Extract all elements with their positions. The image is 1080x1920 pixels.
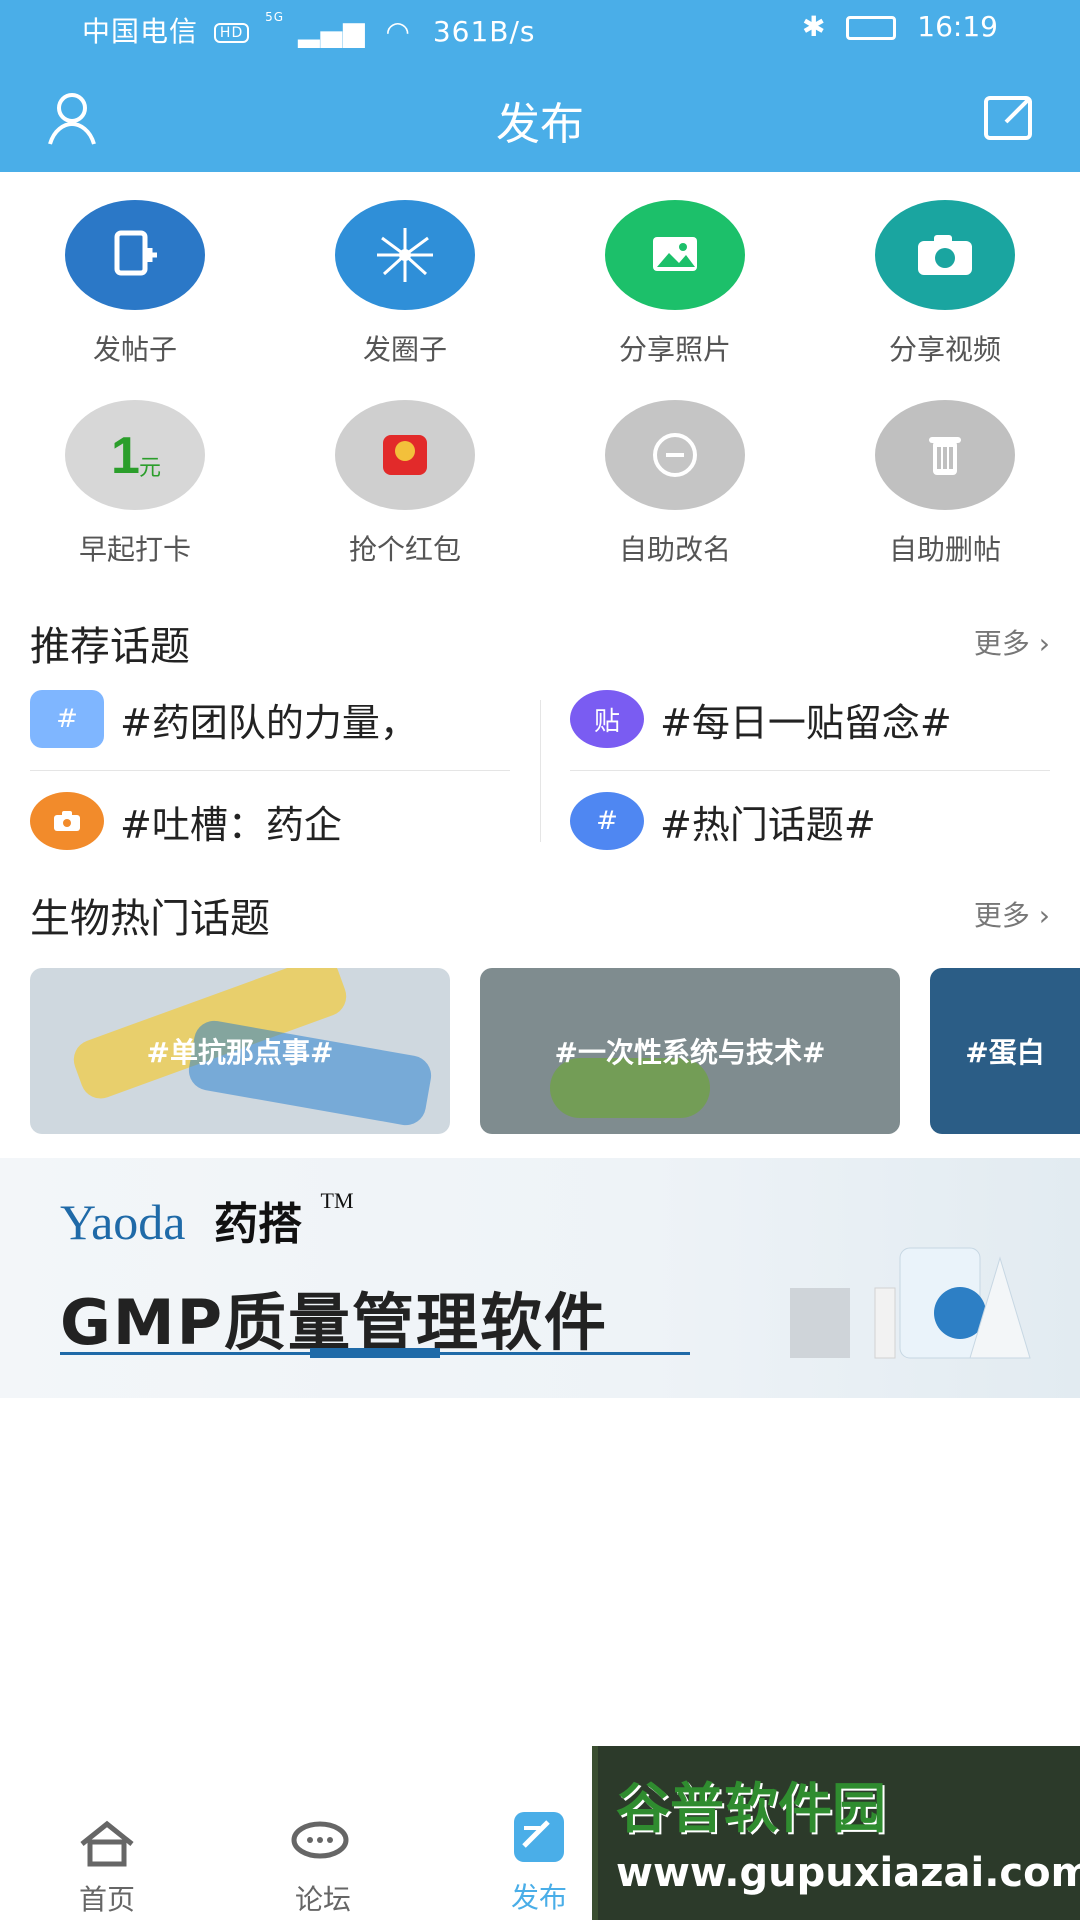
- action-label: 抢个红包: [348, 533, 461, 566]
- bio-topic-card[interactable]: #一次性系统与技术#: [480, 968, 900, 1134]
- topic-text: #药团队的力量，: [120, 700, 418, 745]
- tab-home[interactable]: 首页: [42, 1818, 172, 1918]
- action-label: 自助删帖: [888, 533, 1001, 566]
- bio-topic-card[interactable]: #单抗那点事#: [30, 968, 450, 1134]
- carrier-label: 中国电信: [82, 15, 199, 48]
- topic-item-daily[interactable]: 贴 #每日一贴留念#: [570, 690, 952, 748]
- status-bar: 中国电信 HD 5G ▂▄▆ ◠ 361B/s ✱ 16:19: [0, 0, 1080, 60]
- banner-brand-row: Yaoda 药搭 TM: [60, 1188, 354, 1252]
- topic-item-complain[interactable]: #吐槽：药企: [30, 792, 342, 850]
- brand-tm: TM: [320, 1188, 354, 1213]
- tab-label: 首页: [78, 1883, 135, 1916]
- action-label: 分享视频: [888, 333, 1001, 366]
- topic-divider-vertical: [540, 700, 541, 842]
- svg-text:1: 1: [111, 427, 140, 485]
- more-label: 更多: [973, 899, 1030, 932]
- badge-text: 贴: [593, 706, 620, 737]
- badge-text: #: [596, 806, 618, 836]
- hd-badge: HD: [213, 23, 250, 43]
- chevron-right-icon: ›: [1038, 899, 1050, 932]
- rename-icon: [605, 400, 745, 510]
- app-bar: 发布: [0, 60, 1080, 172]
- ad-banner[interactable]: Yaoda 药搭 TM GMP质量管理软件: [0, 1158, 1080, 1398]
- watermark-url: www.gupuxiazai.com: [616, 1850, 1080, 1896]
- signal-icon: ▂▄▆: [297, 15, 366, 48]
- edit-icon[interactable]: [980, 88, 1040, 148]
- topic-divider-right: [570, 770, 1050, 771]
- battery-icon: [846, 16, 897, 40]
- camera-icon: [875, 200, 1015, 310]
- badge-text: #: [56, 704, 78, 734]
- net-speed: 361B/s: [432, 15, 536, 48]
- more-label: 更多: [973, 627, 1030, 660]
- card-title: #蛋白: [965, 1036, 1045, 1069]
- card-title: #一次性系统与技术#: [554, 1036, 826, 1069]
- bio-topic-card[interactable]: #蛋白: [930, 968, 1080, 1134]
- publish-icon: [474, 1806, 604, 1870]
- action-label: 分享照片: [618, 333, 731, 366]
- status-right: ✱ 16:19: [802, 10, 998, 43]
- clock: 16:19: [917, 10, 998, 43]
- topic-text: #每日一贴留念#: [660, 700, 952, 745]
- recommended-title: 推荐话题: [30, 624, 190, 670]
- camera-badge-icon: [30, 792, 104, 850]
- trash-icon: [875, 400, 1015, 510]
- action-red-envelope[interactable]: 抢个红包: [270, 400, 540, 568]
- topic-text: #吐槽：药企: [120, 802, 342, 847]
- card-title: #单抗那点事#: [146, 1036, 334, 1069]
- watermark-title: 谷普软件园: [616, 1777, 886, 1840]
- recommended-more-link[interactable]: 更多 ›: [974, 622, 1050, 662]
- bio-hot-title: 生物热门话题: [30, 896, 270, 942]
- wifi-icon: ◠: [385, 15, 411, 48]
- topic-item-team[interactable]: # #药团队的力量，: [30, 690, 418, 748]
- brand-cn: 药搭: [214, 1199, 302, 1250]
- image-icon: [605, 200, 745, 310]
- tab-publish[interactable]: 发布: [474, 1806, 604, 1916]
- svg-text:元: 元: [139, 455, 161, 480]
- tab-label: 发布: [510, 1881, 567, 1914]
- action-label: 发圈子: [362, 333, 447, 366]
- action-delete-post[interactable]: 自助删帖: [810, 400, 1080, 568]
- action-checkin[interactable]: 1 元 早起打卡: [0, 400, 270, 568]
- topic-divider-left: [30, 770, 510, 771]
- red-envelope-icon: [335, 400, 475, 510]
- action-share-video[interactable]: 分享视频: [810, 200, 1080, 368]
- action-label: 早起打卡: [78, 533, 191, 566]
- action-post[interactable]: 发帖子: [0, 200, 270, 368]
- tab-forum[interactable]: 论坛: [258, 1818, 388, 1918]
- home-icon: [42, 1818, 172, 1872]
- action-share-photo[interactable]: 分享照片: [540, 200, 810, 368]
- post-badge-icon: 贴: [570, 690, 644, 748]
- post-add-icon: [65, 200, 205, 310]
- network-type: 5G: [265, 10, 285, 24]
- burst-icon: [335, 200, 475, 310]
- topic-item-hot[interactable]: # #热门话题#: [570, 792, 876, 850]
- action-rename[interactable]: 自助改名: [540, 400, 810, 568]
- hashtag-bubble-icon: #: [570, 792, 644, 850]
- watermark-overlay: 谷普软件园 www.gupuxiazai.com: [592, 1746, 1080, 1920]
- status-left: 中国电信 HD 5G ▂▄▆ ◠ 361B/s: [82, 10, 536, 50]
- chevron-right-icon: ›: [1038, 627, 1050, 660]
- tab-label: 论坛: [294, 1883, 351, 1916]
- lab-illustration: [780, 1218, 1040, 1368]
- action-label: 自助改名: [618, 533, 731, 566]
- page-title: 发布: [496, 99, 584, 150]
- brand-en: Yaoda: [60, 1194, 186, 1250]
- hashtag-chat-icon: #: [30, 690, 104, 748]
- action-label: 发帖子: [92, 333, 177, 366]
- one-yuan-icon: 1 元: [65, 400, 205, 510]
- banner-underline-accent: [310, 1348, 440, 1358]
- forum-icon: [258, 1818, 388, 1872]
- bluetooth-icon: ✱: [802, 10, 826, 43]
- topic-text: #热门话题#: [660, 802, 876, 847]
- bio-hot-more-link[interactable]: 更多 ›: [974, 894, 1050, 934]
- action-circle[interactable]: 发圈子: [270, 200, 540, 368]
